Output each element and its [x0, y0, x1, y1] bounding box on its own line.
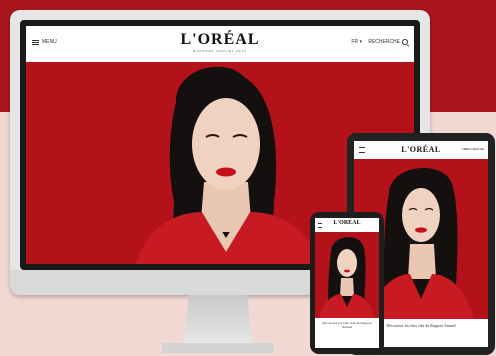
loreal-logo[interactable]: L'ORÉAL RAPPORT ANNUEL 2019 — [180, 31, 260, 54]
tablet-brand[interactable]: L'ORÉAL — [401, 145, 441, 154]
phone-caption[interactable]: Découvrez les faits clés du Rapport Annu… — [318, 321, 376, 329]
hamburger-icon[interactable] — [359, 147, 365, 153]
phone-hero-image — [315, 232, 379, 318]
phone-screen: L'ORÉAL Découvrez les faits clés du Rapp… — [315, 218, 379, 348]
site-header: MENU L'ORÉAL RAPPORT ANNUEL 2019 FR ▾ RE… — [26, 26, 414, 63]
model-portrait — [315, 232, 379, 318]
menu-button[interactable]: MENU — [32, 39, 57, 45]
monitor-stand — [183, 295, 253, 345]
monitor-base — [162, 343, 274, 353]
tablet-header: L'ORÉAL FR RECHERCHE — [354, 141, 488, 159]
language-selector[interactable]: FR ▾ — [351, 39, 362, 45]
hamburger-icon[interactable] — [318, 223, 322, 228]
phone-brand[interactable]: L'ORÉAL — [333, 220, 360, 226]
search-button[interactable]: RECHERCHE — [368, 39, 408, 45]
language-label: FR — [351, 39, 359, 45]
brand-subtitle: RAPPORT ANNUEL 2019 — [193, 49, 247, 53]
search-label: RECHERCHE — [368, 39, 400, 45]
menu-label: MENU — [42, 39, 57, 45]
phone-header: L'ORÉAL — [315, 218, 379, 232]
hamburger-icon — [32, 39, 39, 45]
phone-device: L'ORÉAL Découvrez les faits clés du Rapp… — [310, 212, 384, 354]
brand-wordmark: L'ORÉAL — [180, 31, 260, 48]
tablet-search[interactable]: RECHERCHE — [465, 147, 484, 151]
search-icon — [402, 39, 408, 45]
